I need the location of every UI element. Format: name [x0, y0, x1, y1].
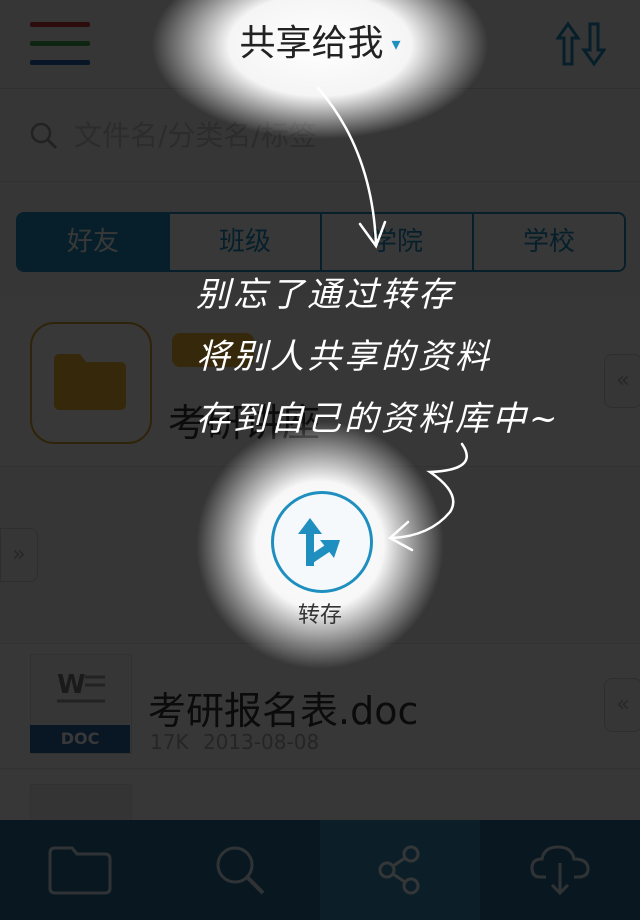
search-icon	[30, 122, 58, 150]
file-date: 2013-08-08	[202, 730, 320, 754]
search-icon	[216, 846, 265, 895]
share-icon	[378, 845, 420, 895]
save-branch-arrow-icon	[298, 518, 340, 566]
chevron-down-icon: ▾	[391, 34, 401, 55]
page-title[interactable]: 共享给我 ▾	[0, 0, 640, 88]
tab-friends[interactable]: 好友	[18, 214, 168, 270]
search-input[interactable]: 文件名/分类名/标签	[74, 116, 317, 156]
nav-search[interactable]	[160, 820, 320, 920]
nav-cloud-download[interactable]	[480, 820, 640, 920]
folder-icon	[48, 846, 112, 895]
svg-text:W: W	[57, 670, 86, 700]
scope-tabs: 好友 班级 学院 学校	[16, 212, 626, 272]
row-expander-button[interactable]: «	[604, 354, 640, 408]
folder-icon	[30, 322, 152, 444]
tutorial-hint-text: 别忘了通过转存 将别人共享的资料存到自己的资料库中~	[196, 264, 561, 450]
save-to-library-button[interactable]	[271, 491, 373, 593]
cloud-download-icon	[530, 845, 590, 896]
doc-type-label: DOC	[30, 725, 130, 753]
tab-class[interactable]: 班级	[168, 214, 320, 270]
tab-college[interactable]: 学院	[320, 214, 472, 270]
hint-line: 别忘了通过转存	[196, 275, 455, 315]
hint-line: 存到自己的资料库中~	[196, 399, 561, 439]
save-button-label: 转存	[297, 603, 342, 628]
row-expander-button[interactable]: «	[604, 678, 640, 732]
list-item-title: 考研报名表.doc	[148, 689, 419, 733]
page-title-text: 共享给我	[239, 23, 384, 64]
nav-folder[interactable]	[0, 820, 160, 920]
tab-school[interactable]: 学校	[472, 214, 624, 270]
bottom-nav	[0, 820, 640, 920]
nav-share[interactable]	[320, 820, 480, 920]
file-size: 17K	[150, 730, 189, 754]
side-handle-button[interactable]: »	[0, 528, 38, 582]
hint-line: 将别人共享的资料	[196, 337, 492, 377]
list-item-meta: 17K 2013-08-08	[150, 730, 319, 754]
